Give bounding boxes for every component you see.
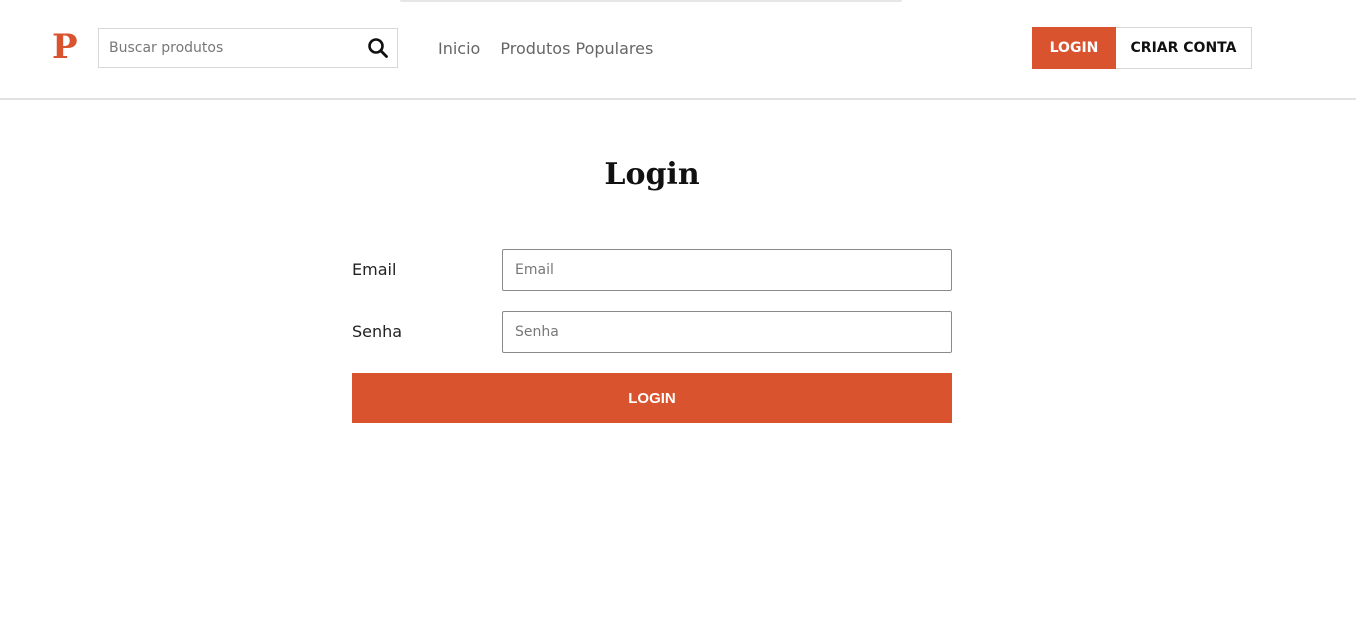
site-header: P Inicio Produtos Populares LOGIN CRIAR … <box>0 0 1356 100</box>
email-label: Email <box>352 260 397 279</box>
email-row: Email <box>352 249 952 291</box>
nav-item-produtos-populares[interactable]: Produtos Populares <box>500 38 653 60</box>
nav-item-inicio[interactable]: Inicio <box>438 38 480 60</box>
create-account-button[interactable]: CRIAR CONTA <box>1116 27 1252 69</box>
login-submit-button[interactable]: LOGIN <box>352 373 952 423</box>
password-label: Senha <box>352 322 403 341</box>
email-field[interactable] <box>502 249 952 291</box>
header-login-button[interactable]: LOGIN <box>1032 27 1116 69</box>
search-bar <box>98 28 398 68</box>
search-input[interactable] <box>99 29 359 67</box>
password-field[interactable] <box>502 311 952 353</box>
brand-logo[interactable]: P <box>52 28 78 66</box>
login-form: Email Senha LOGIN <box>352 249 952 423</box>
auth-buttons: LOGIN CRIAR CONTA <box>1032 27 1252 69</box>
page-title: Login <box>604 157 700 192</box>
password-row: Senha <box>352 311 952 353</box>
main-nav: Inicio Produtos Populares <box>438 38 653 60</box>
search-icon[interactable] <box>367 37 389 59</box>
